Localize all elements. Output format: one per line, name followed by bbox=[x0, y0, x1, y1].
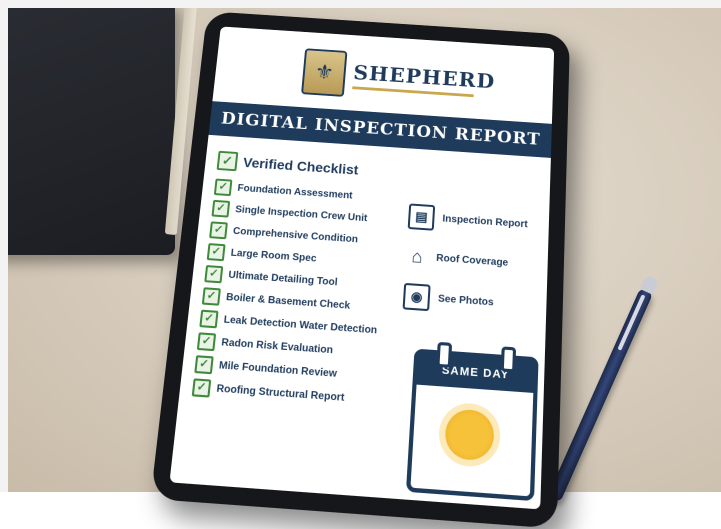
desk-photo-scene: ⚜ SHEPHERD DIGITAL INSPECTION REPORT ✓ V… bbox=[0, 0, 721, 529]
image-border-top bbox=[0, 0, 721, 8]
list-item-label: Radon Risk Evaluation bbox=[220, 336, 334, 356]
list-item-label: Boiler & Basement Check bbox=[225, 291, 351, 312]
pen bbox=[547, 274, 660, 503]
check-icon: ✓ bbox=[191, 377, 212, 398]
check-icon: ✓ bbox=[201, 286, 221, 306]
tablet-screen: ⚜ SHEPHERD DIGITAL INSPECTION REPORT ✓ V… bbox=[169, 26, 555, 510]
list-item-label: Comprehensive Condition bbox=[232, 225, 359, 245]
check-icon: ✓ bbox=[211, 199, 231, 218]
list-item-label: Large Room Spec bbox=[230, 247, 317, 265]
notebook bbox=[0, 0, 175, 255]
image-border-left bbox=[0, 0, 8, 492]
check-icon: ✓ bbox=[204, 264, 224, 283]
calendar-label: SAME DAY bbox=[416, 353, 535, 393]
check-icon: ✓ bbox=[199, 309, 219, 328]
list-item-label: Foundation Assessment bbox=[237, 182, 353, 202]
tablet: ⚜ SHEPHERD DIGITAL INSPECTION REPORT ✓ V… bbox=[150, 11, 570, 529]
feature-label: Inspection Report bbox=[442, 213, 528, 230]
verified-checklist: ✓ Verified Checklist ✓ Foundation Assessm… bbox=[191, 150, 405, 413]
pen-tip bbox=[639, 274, 660, 295]
calendar-ring-right bbox=[500, 346, 517, 373]
check-icon: ✓ bbox=[216, 150, 239, 172]
checklist-heading-text: Verified Checklist bbox=[242, 154, 360, 178]
feature-label: See Photos bbox=[437, 292, 494, 308]
report-title-banner: DIGITAL INSPECTION REPORT bbox=[208, 101, 552, 158]
sun-icon bbox=[444, 408, 495, 462]
check-icon: ✓ bbox=[206, 242, 226, 261]
shepherd-crest-icon: ⚜ bbox=[301, 48, 348, 97]
feature-see-photos: ◉ See Photos bbox=[402, 276, 537, 326]
roof-icon: ⌂ bbox=[410, 245, 424, 267]
feature-label: Roof Coverage bbox=[435, 252, 509, 269]
feature-list: ▤ Inspection Report ⌂ Roof Coverage ◉ Se… bbox=[402, 197, 539, 326]
document-icon: ▤ bbox=[407, 203, 436, 231]
check-icon: ✓ bbox=[213, 178, 233, 196]
check-icon: ✓ bbox=[209, 220, 228, 239]
same-day-calendar: SAME DAY bbox=[405, 341, 539, 502]
list-item-label: Ultimate Detailing Tool bbox=[227, 269, 338, 288]
brand-logo: ⚜ SHEPHERD bbox=[301, 48, 496, 107]
calendar-ring-left bbox=[436, 341, 453, 368]
check-icon: ✓ bbox=[194, 354, 214, 374]
list-item-label: Roofing Structural Report bbox=[216, 382, 345, 404]
check-icon: ✓ bbox=[196, 331, 217, 351]
list-item-label: Mile Foundation Review bbox=[218, 359, 338, 380]
pen-clip bbox=[617, 294, 646, 351]
camera-icon: ◉ bbox=[402, 282, 431, 312]
